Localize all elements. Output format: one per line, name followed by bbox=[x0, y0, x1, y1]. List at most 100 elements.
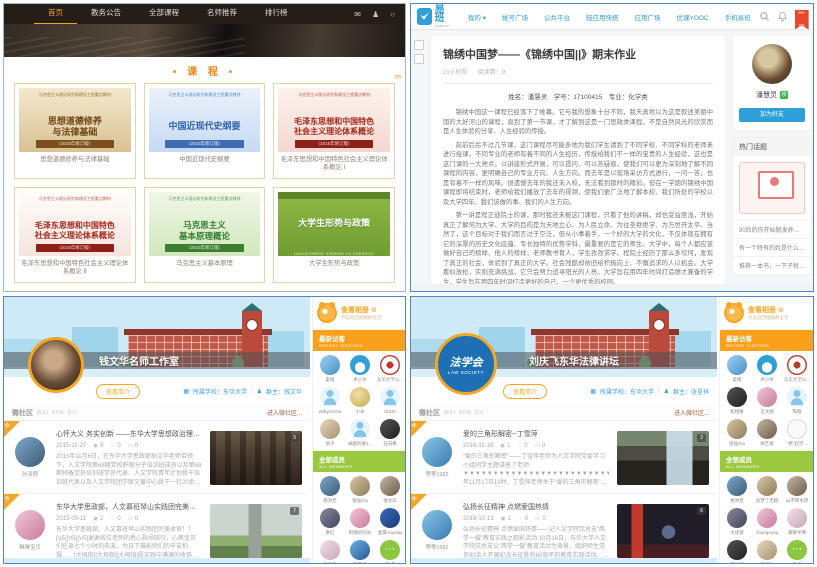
member-item[interactable]: 追梦了无痕 bbox=[752, 476, 782, 504]
nav-item[interactable]: 公共平台 bbox=[536, 12, 578, 22]
hot-topic-item[interactable]: 推荐一本书，一下子就… bbox=[733, 256, 811, 274]
nav-item[interactable]: 我的 ▾ bbox=[460, 12, 494, 22]
visitor-item[interactable]: "君"起学... bbox=[782, 419, 812, 447]
member-item[interactable]: 钱文华 bbox=[375, 476, 405, 504]
group-title: 钱文华名师工作室 bbox=[99, 353, 179, 368]
messages-ribbon-icon[interactable]: 99+ ✉ bbox=[795, 10, 809, 30]
course-card[interactable]: ·马克思主义理论研究和建设工程重点教材· 马克思主义 基本原理概论 （2015年… bbox=[144, 187, 266, 283]
view-album-card[interactable]: 查看相册 ⊙ 点击返回相册群主页 bbox=[313, 297, 406, 330]
member-item[interactable]: 布莱恩 bbox=[345, 540, 375, 564]
member-item[interactable]: 杨洪足 bbox=[722, 476, 752, 504]
member-item[interactable]: 阿姨的阳光 bbox=[345, 508, 375, 536]
member-item[interactable]: 暖暖半两 bbox=[782, 508, 812, 536]
comment-icon[interactable] bbox=[414, 54, 424, 64]
search-icon[interactable] bbox=[759, 11, 770, 22]
enter-community-link[interactable]: 进入微社区... bbox=[674, 408, 709, 417]
member-item[interactable]: 章红 bbox=[315, 508, 345, 536]
member-item[interactable]: 杨洪足 bbox=[315, 476, 345, 504]
visitor-item[interactable]: WittyAsYou bbox=[315, 387, 345, 415]
visitor-item[interactable]: 柔橙 bbox=[722, 355, 752, 383]
view-intro-button[interactable]: 查看简介 bbox=[503, 384, 547, 399]
visitor-item[interactable]: 陶薇 bbox=[782, 387, 812, 415]
visitor-item[interactable]: 任向枫 bbox=[375, 419, 405, 447]
post-thumbnail[interactable]: 2 bbox=[617, 431, 709, 485]
view-intro-button[interactable]: 查看简介 bbox=[96, 384, 140, 399]
course-card[interactable]: ·马克思主义理论研究和建设工程重点教材· 毛泽东思想和中国特色 社会主义理论体系… bbox=[14, 187, 136, 283]
group-avatar[interactable] bbox=[28, 337, 84, 393]
nav-item[interactable]: 全部课程 bbox=[135, 3, 193, 25]
visitor-item[interactable]: 木小木 bbox=[752, 355, 782, 383]
course-card[interactable]: 大学生形势与政策 DAXUESHENG XINGSHI YU ZHENGCE 大… bbox=[273, 187, 395, 283]
post-title[interactable]: 爱的三角形解密--丁雪萍 bbox=[463, 429, 609, 439]
visitor-item[interactable]: 王文娟 bbox=[752, 387, 782, 415]
visitor-item[interactable]: UhOh bbox=[375, 387, 405, 415]
visitor-item[interactable]: 松相册 bbox=[722, 387, 752, 415]
photo-count-badge: 5 bbox=[290, 434, 299, 442]
visitor-item[interactable]: 木小木 bbox=[345, 355, 375, 383]
visitor-item[interactable]: 小米 bbox=[345, 387, 375, 415]
bell-icon[interactable] bbox=[777, 11, 788, 22]
member-item[interactable]: 杨海远 bbox=[752, 540, 782, 564]
member-item[interactable]: chongming bbox=[752, 508, 782, 536]
view-album-card[interactable]: 查看相册 ⊙ 点击返回相册群主页 bbox=[720, 297, 814, 330]
gallery-icon[interactable] bbox=[414, 40, 424, 50]
post-author-avatar[interactable] bbox=[422, 437, 452, 467]
visitor-item[interactable]: 东华大学公... bbox=[782, 355, 812, 383]
member-item[interactable]: 张强zhu bbox=[345, 476, 375, 504]
user-icon[interactable]: ♟ bbox=[372, 10, 379, 19]
course-card[interactable]: ·马克思主义理论研究和建设工程重点教材· 毛泽东思想和中国特色 社会主义理论体系… bbox=[273, 83, 395, 179]
nav-item[interactable]: 首页 bbox=[34, 3, 77, 25]
nav-item[interactable]: 排行榜 bbox=[251, 3, 302, 25]
visitor-item[interactable]: 丽子 bbox=[315, 419, 345, 447]
school-link[interactable]: 所属学校：东华大学 bbox=[193, 387, 247, 396]
group-avatar[interactable]: 法学会 LAW SOCIETY bbox=[435, 333, 497, 395]
hot-topic-item[interactable]: 有一个特有的姓是什么… bbox=[733, 238, 811, 256]
nav-item[interactable]: 应用广场 bbox=[626, 12, 668, 22]
post-title[interactable]: 弘扬长征精神 点燃爱国热情 bbox=[463, 502, 609, 512]
post-title[interactable]: 心怀大义 务实创新 ——东华大学思想政治理论实践教育活动 bbox=[56, 429, 202, 439]
member-item[interactable]: 山不转水转 bbox=[782, 476, 812, 504]
post-title[interactable]: 东华大学思政部，人文慕班琴山实践团完美收官！！ bbox=[56, 502, 202, 512]
author-avatar[interactable] bbox=[752, 44, 792, 84]
nav-item[interactable]: 轻应用快搭 bbox=[578, 12, 627, 22]
yiban-logo[interactable]: 易班 yiban.cn bbox=[417, 5, 452, 28]
more-link[interactable]: m bbox=[395, 74, 401, 81]
visitor-item[interactable]: 柔橙 bbox=[315, 355, 345, 383]
visitor-item[interactable]: 胡艺斌 bbox=[752, 419, 782, 447]
course-card[interactable]: ·马克思主义理论研究和建设工程重点教材· 思想道德修养 与法律基础 （2015年… bbox=[14, 83, 136, 179]
visitor-item[interactable]: 张强zhu bbox=[722, 419, 752, 447]
nav-item[interactable]: 手机易班 bbox=[717, 12, 759, 22]
member-item[interactable]: 未认证 bbox=[722, 540, 752, 564]
member-item[interactable]: 更 多 bbox=[375, 540, 405, 564]
add-friend-button[interactable]: 加为好友 bbox=[739, 108, 805, 122]
post-author-avatar[interactable] bbox=[15, 437, 45, 467]
member-item[interactable]: 大优游 bbox=[722, 508, 752, 536]
post-author-avatar[interactable] bbox=[422, 510, 452, 540]
visitor-item[interactable]: 卓越机械1... bbox=[345, 419, 375, 447]
enter-community-link[interactable]: 进入微社区... bbox=[267, 408, 302, 417]
member-item[interactable]: 更 多 bbox=[782, 540, 812, 564]
visitor-avatar bbox=[320, 355, 340, 375]
likes-icon: ♡ bbox=[110, 443, 115, 449]
post-thumbnail[interactable]: 6 bbox=[617, 504, 709, 558]
post-thumbnail[interactable]: 5 bbox=[210, 431, 302, 485]
nav-item[interactable]: 优课YOOC bbox=[668, 12, 716, 22]
search-icon[interactable]: ○ bbox=[390, 10, 395, 19]
nav-item[interactable]: 帐号广场 bbox=[494, 12, 536, 22]
visitor-item[interactable]: 东华大学公... bbox=[375, 355, 405, 383]
owner-link[interactable]: 群主：张呈祥 bbox=[673, 387, 709, 396]
owner-link[interactable]: 群主：钱文华 bbox=[266, 387, 302, 396]
like-count: 0 bbox=[524, 443, 527, 449]
school-link[interactable]: 所属学校：东华大学 bbox=[600, 387, 654, 396]
hero-banner-image bbox=[4, 24, 405, 57]
post-author-avatar[interactable] bbox=[15, 510, 45, 540]
post-thumbnail[interactable]: 7 bbox=[210, 504, 302, 558]
member-item[interactable]: 毛毛熊 bbox=[315, 540, 345, 564]
mail-icon[interactable]: ✉ bbox=[354, 10, 361, 19]
nav-item[interactable]: 名师推荐 bbox=[193, 3, 251, 25]
member-item[interactable]: 金属mayday bbox=[375, 508, 405, 536]
course-card[interactable]: ·马克思主义理论研究和建设工程重点教材· 中国近现代史纲要 （2015年修订版）… bbox=[144, 83, 266, 179]
comments-icon: ▭ bbox=[535, 516, 540, 522]
hot-topic-item[interactable]: 90后的你开始脱发养生… bbox=[733, 220, 811, 238]
nav-item[interactable]: 教务公告 bbox=[77, 3, 135, 25]
